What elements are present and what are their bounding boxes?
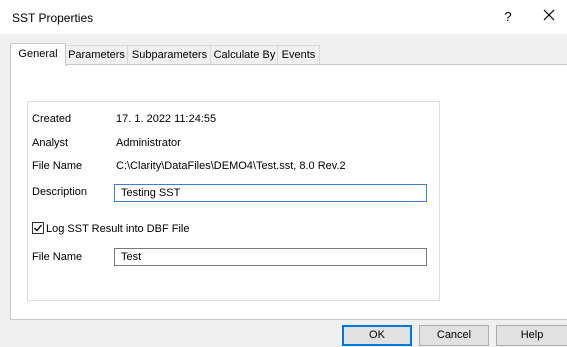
log-sst-checkbox[interactable]: [32, 222, 44, 234]
tab-parameters[interactable]: Parameters: [64, 45, 129, 65]
help-button[interactable]: Help: [496, 325, 567, 346]
tab-calculate-by[interactable]: Calculate By: [210, 45, 279, 65]
analyst-value: Administrator: [116, 137, 181, 149]
analyst-label: Analyst: [32, 137, 69, 149]
close-icon[interactable]: [541, 7, 557, 23]
tab-general[interactable]: General: [10, 43, 66, 66]
filename-value: C:\Clarity\DataFiles\DEMO4\Test.sst, 8.0…: [116, 160, 346, 172]
tab-events[interactable]: Events: [277, 45, 320, 65]
description-field[interactable]: Testing SST: [114, 184, 427, 202]
dbf-filename-label: File Name: [32, 251, 83, 263]
tab-subparameters[interactable]: Subparameters: [127, 45, 212, 65]
window-title: SST Properties: [12, 11, 94, 25]
filename-label: File Name: [32, 160, 83, 172]
title-bar: SST Properties ?: [0, 0, 567, 34]
checkmark-icon: [34, 224, 43, 232]
help-icon[interactable]: ?: [500, 9, 516, 24]
created-value: 17. 1. 2022 11:24:55: [116, 113, 217, 125]
description-label: Description: [32, 186, 88, 198]
log-sst-label[interactable]: Log SST Result into DBF File: [46, 223, 189, 235]
dbf-filename-field[interactable]: Test: [114, 248, 427, 266]
ok-button[interactable]: OK: [342, 325, 412, 346]
created-label: Created: [32, 113, 72, 125]
cancel-button[interactable]: Cancel: [419, 325, 489, 346]
